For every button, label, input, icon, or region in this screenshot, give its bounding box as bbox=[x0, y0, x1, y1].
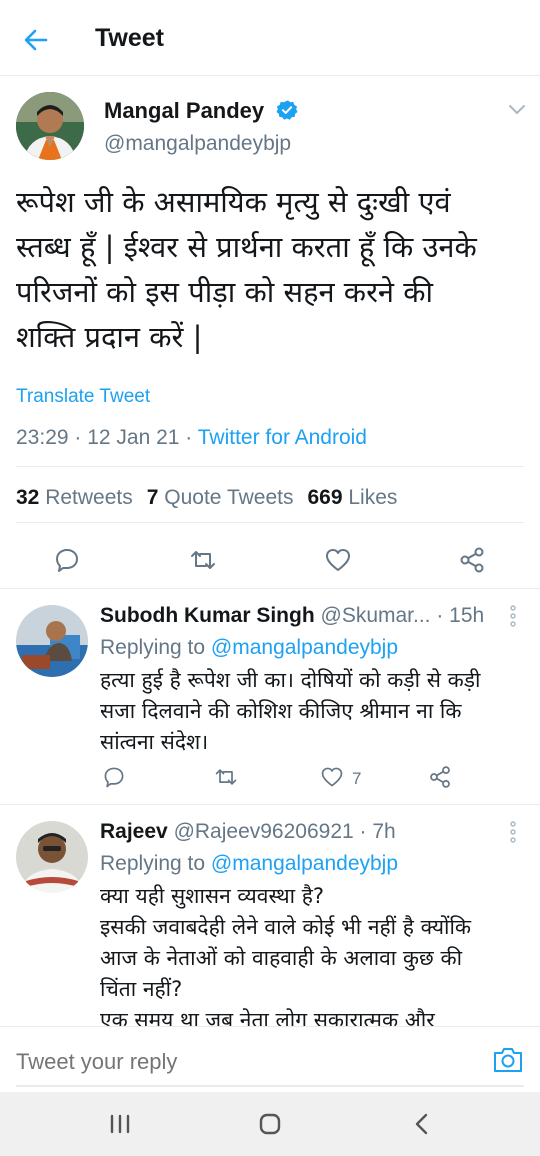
reply-tweet[interactable]: Subodh Kumar Singh @Skumar... · 15h Repl… bbox=[0, 589, 540, 803]
reply-compose-bar bbox=[0, 1026, 540, 1090]
replying-prefix: Replying to bbox=[100, 852, 211, 875]
translate-link[interactable]: Translate Tweet bbox=[16, 386, 150, 408]
reply-text-line: चिंता नहीं? bbox=[100, 977, 183, 1001]
divider bbox=[16, 466, 524, 467]
tweet-text-line: रूपेश जी के असामयिक मृत्यु से दुःखी एवं bbox=[16, 185, 451, 219]
like-count: 7 bbox=[352, 769, 362, 788]
arrow-left-icon[interactable] bbox=[22, 26, 50, 54]
top-bar: Tweet bbox=[0, 0, 540, 76]
replying-to-link[interactable]: @mangalpandeybjp bbox=[211, 636, 398, 659]
more-options-icon[interactable] bbox=[508, 821, 518, 843]
reply-text: क्या यही सुशासन व्यवस्था है? इसकी जवाबदे… bbox=[100, 881, 525, 1026]
divider bbox=[16, 522, 524, 523]
likes-stat[interactable]: 669 Likes bbox=[307, 486, 397, 509]
replying-to: Replying to @mangalpandeybjp bbox=[100, 636, 398, 660]
reply-text-line: हत्या हुई है रूपेश जी का। दोषियों को कड़… bbox=[100, 668, 481, 692]
avatar[interactable] bbox=[16, 605, 88, 677]
reply-header: Subodh Kumar Singh @Skumar... · 15h bbox=[100, 604, 484, 628]
reply-author-name[interactable]: Subodh Kumar Singh bbox=[100, 604, 315, 627]
comment-icon[interactable] bbox=[53, 546, 81, 574]
quote-label: Quote Tweets bbox=[164, 486, 294, 509]
back-nav-icon[interactable] bbox=[402, 1104, 442, 1144]
tweet-actions bbox=[0, 542, 540, 588]
tweet-meta: 23:29 · 12 Jan 21 · Twitter for Android bbox=[16, 426, 367, 450]
tweet-text: रूपेश जी के असामयिक मृत्यु से दुःखी एवं … bbox=[16, 180, 526, 360]
timestamp: 23:29 · 12 Jan 21 · bbox=[16, 426, 198, 449]
retweet-icon[interactable] bbox=[214, 765, 238, 789]
source-link[interactable]: Twitter for Android bbox=[198, 426, 367, 449]
tweet-text-line: शक्ति प्रदान करें | bbox=[16, 320, 203, 354]
camera-icon[interactable] bbox=[492, 1045, 524, 1075]
reply-header: Rajeev @Rajeev96206921 · 7h bbox=[100, 820, 396, 844]
retweets-count: 32 bbox=[16, 486, 40, 509]
tweet-text-line: परिजनों को इस पीड़ा को सहन करने की bbox=[16, 275, 434, 309]
reply-text-line: सजा दिलवाने की कोशिश कीजिए श्रीमान ना कि bbox=[100, 699, 462, 723]
author-name[interactable]: Mangal Pandey bbox=[104, 98, 298, 124]
page-title: Tweet bbox=[95, 24, 164, 52]
retweets-label: Retweets bbox=[45, 486, 133, 509]
retweets-stat[interactable]: 32 Retweets bbox=[16, 486, 133, 509]
reply-text-line: क्या यही सुशासन व्यवस्था है? bbox=[100, 884, 325, 908]
home-icon[interactable] bbox=[250, 1104, 290, 1144]
reply-text: हत्या हुई है रूपेश जी का। दोषियों को कड़… bbox=[100, 665, 525, 758]
retweet-icon[interactable] bbox=[189, 546, 217, 574]
reply-tweet[interactable]: Rajeev @Rajeev96206921 · 7h Replying to … bbox=[0, 805, 540, 1026]
tweet-stats: 32 Retweets 7 Quote Tweets 669 Likes bbox=[16, 486, 397, 510]
reply-text-line: आज के नेताओं को वाहवाही के अलावा कुछ की bbox=[100, 946, 463, 970]
replying-to-link[interactable]: @mangalpandeybjp bbox=[211, 852, 398, 875]
heart-icon[interactable] bbox=[324, 546, 352, 574]
avatar[interactable] bbox=[16, 92, 84, 160]
likes-count: 669 bbox=[307, 486, 343, 509]
likes-label: Likes bbox=[348, 486, 398, 509]
input-underline bbox=[16, 1085, 524, 1087]
recent-apps-icon[interactable] bbox=[100, 1104, 140, 1144]
reply-input[interactable] bbox=[16, 1049, 304, 1075]
quote-count: 7 bbox=[146, 486, 159, 509]
heart-icon[interactable] bbox=[320, 765, 344, 789]
comment-icon[interactable] bbox=[102, 765, 126, 789]
chevron-down-icon[interactable] bbox=[507, 102, 527, 118]
share-icon[interactable] bbox=[458, 546, 486, 574]
system-nav-bar bbox=[0, 1092, 540, 1156]
tweet-text-line: स्तब्ध हूँ | ईश्वर से प्रार्थना करता हूँ… bbox=[16, 230, 477, 264]
reply-text-line: एक समय था जब नेता लोग सकारात्मक और bbox=[100, 1008, 435, 1026]
reply-text-line: सांत्वना संदेश। bbox=[100, 730, 209, 754]
more-options-icon[interactable] bbox=[508, 605, 518, 627]
author-name-text[interactable]: Mangal Pandey bbox=[104, 98, 264, 123]
replying-to: Replying to @mangalpandeybjp bbox=[100, 852, 398, 876]
avatar[interactable] bbox=[16, 821, 88, 893]
verified-badge-icon bbox=[276, 100, 298, 120]
reply-author-name[interactable]: Rajeev bbox=[100, 820, 168, 843]
share-icon[interactable] bbox=[428, 765, 452, 789]
quote-tweets-stat[interactable]: 7 Quote Tweets bbox=[147, 486, 294, 509]
author-handle[interactable]: @mangalpandeybjp bbox=[104, 132, 291, 156]
reply-text-line: इसकी जवाबदेही लेने वाले कोई भी नहीं है क… bbox=[100, 915, 472, 939]
replying-prefix: Replying to bbox=[100, 636, 211, 659]
reply-handle-time: @Rajeev96206921 · 7h bbox=[173, 820, 396, 843]
reply-handle-time: @Skumar... · 15h bbox=[320, 604, 485, 627]
